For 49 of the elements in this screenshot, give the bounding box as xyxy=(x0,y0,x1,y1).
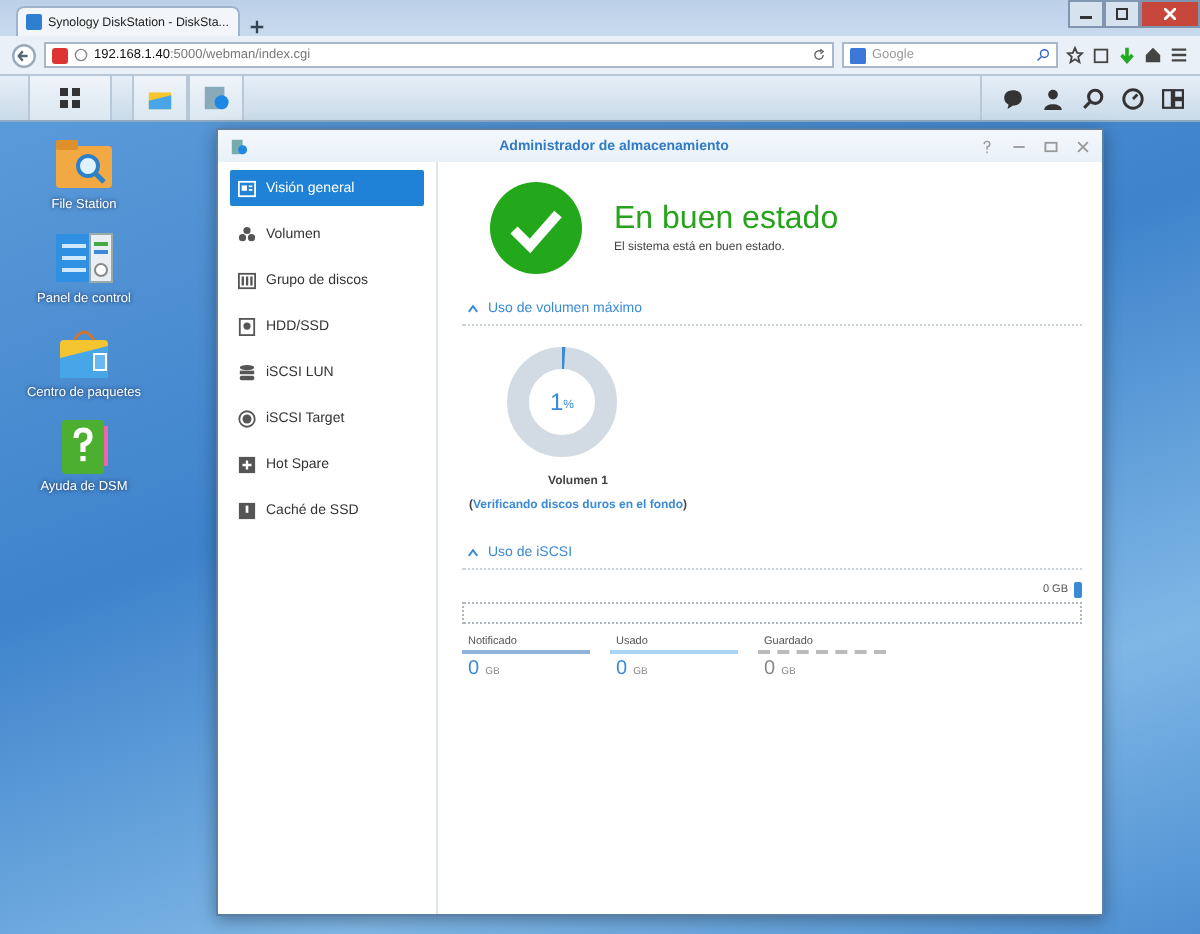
download-icon[interactable] xyxy=(1118,46,1136,64)
menu-icon[interactable] xyxy=(1170,46,1188,64)
site-badge-icon xyxy=(52,47,68,63)
widgets-icon[interactable] xyxy=(1162,87,1184,109)
maximize-icon[interactable] xyxy=(1044,139,1058,153)
close-button[interactable] xyxy=(1140,0,1200,28)
chat-icon[interactable] xyxy=(1002,87,1024,109)
star-icon[interactable] xyxy=(1066,46,1084,64)
minimize-button[interactable] xyxy=(1068,0,1104,28)
usage-donut xyxy=(506,346,618,458)
storage-manager-button[interactable] xyxy=(188,76,244,120)
target-icon xyxy=(238,409,256,427)
search-icon xyxy=(1036,48,1050,62)
search-icon[interactable] xyxy=(1082,87,1104,109)
database-icon xyxy=(238,363,256,381)
close-icon xyxy=(1164,8,1176,20)
gauge-icon[interactable] xyxy=(1122,87,1144,109)
disk-group-icon xyxy=(238,271,256,289)
chevron-icon xyxy=(466,546,480,560)
stat-value: 0 xyxy=(616,658,628,680)
plus-box-icon xyxy=(238,455,256,473)
control-panel-icon xyxy=(54,228,114,288)
favicon-icon xyxy=(26,14,42,30)
stack-icon xyxy=(238,225,256,243)
reload-icon xyxy=(812,48,826,62)
usage-percent: 1 xyxy=(549,388,564,416)
back-icon[interactable] xyxy=(12,43,36,67)
maximize-button[interactable] xyxy=(1104,0,1140,28)
maximize-icon xyxy=(1116,8,1128,20)
stat-value: 0 xyxy=(764,658,776,680)
ssd-cache-icon xyxy=(238,501,256,519)
hard-disk-icon xyxy=(238,317,256,335)
check-circle-icon xyxy=(490,182,582,274)
new-tab-icon[interactable] xyxy=(248,18,266,36)
user-icon[interactable] xyxy=(1042,87,1064,109)
help-icon[interactable] xyxy=(980,139,994,153)
overview-icon xyxy=(238,179,256,197)
chevron-icon xyxy=(466,302,480,316)
grid-icon xyxy=(60,88,80,108)
app-logo-icon xyxy=(230,137,248,155)
marker-icon xyxy=(1074,582,1082,598)
home-icon[interactable] xyxy=(1144,46,1162,64)
storage-app-icon xyxy=(202,84,230,112)
folder-icon xyxy=(54,134,114,194)
close-icon[interactable] xyxy=(1076,139,1090,153)
status-title: En buen estado xyxy=(614,202,839,238)
main-menu-button[interactable] xyxy=(28,76,112,120)
globe-icon xyxy=(74,48,88,62)
stat-value: 0 xyxy=(468,658,480,680)
